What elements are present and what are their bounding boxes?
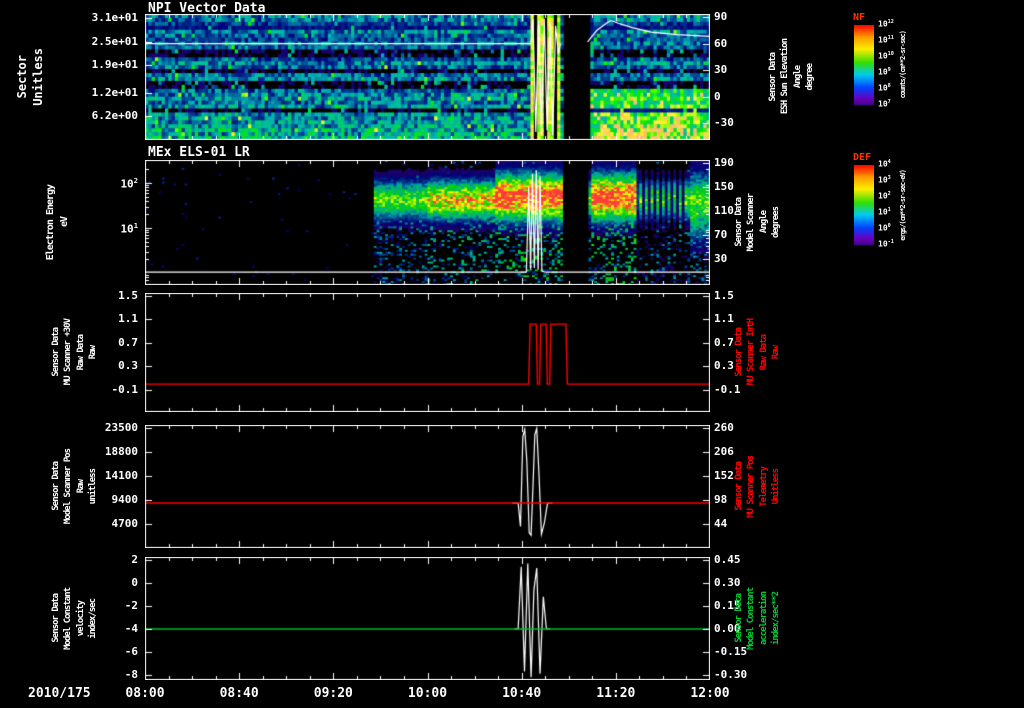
axis-label-line: counts/(cm**2-sr-sec) [899, 31, 907, 99]
axis-label-line: Sensor Data [734, 462, 744, 511]
axis-label-line: Model Scanner [746, 193, 757, 252]
axis-label-line: Raw Data [758, 334, 769, 371]
x-tick-label: 11:20 [596, 686, 636, 701]
x-tick-label: 10:00 [407, 686, 448, 701]
science-plot-screen: NPI Vector Data MEx ELS-01 LR NF DEF 201… [0, 0, 1024, 708]
axis-label-line: MU Scanner Pos [746, 455, 757, 518]
axis-label-line: Model Constant [746, 587, 757, 650]
y-tick-label-right: 30 [714, 63, 728, 77]
axis-label-line: eV [58, 217, 70, 228]
colorbar-tick-label: 107 [878, 99, 891, 109]
axis-label-line: ESH Sun Elevation [780, 39, 791, 115]
p4-right-axis-label: Sensor Data MU Scanner Pos Telemetry Unitle… [734, 425, 782, 548]
x-tick-label: 08:40 [219, 686, 259, 701]
colorbar-unit-label: counts/(cm**2-sr-sec) [899, 7, 907, 123]
axis-label-line: Sensor Data [51, 328, 61, 377]
axis-label-line: MU Scanner IntH [746, 319, 757, 386]
axis-label-line: Electron Energy [45, 184, 56, 261]
axis-label-line: Sensor Data [734, 594, 744, 643]
axis-label-line: Model Scanner Pos [63, 448, 74, 525]
axis-label-line: Sensor Data [734, 198, 744, 247]
npi-right-axis-label: Sensor Data ESH Sun Elevation Angle degree [768, 14, 816, 140]
colorbar-tick-label: 1010 [878, 51, 894, 61]
nf-colorbar [854, 25, 874, 105]
els-spectrogram [145, 160, 710, 285]
colorbar-tick-label: 109 [878, 67, 891, 77]
axis-label-line: unitless [88, 468, 99, 505]
panel-title-els: MEx ELS-01 LR [148, 145, 250, 160]
colorbar-tick-label: 101 [878, 207, 891, 217]
p3-left-axis-label: Sensor Data MU Scanner +30V Raw Data Raw [51, 293, 99, 412]
axis-label-line: Telemetry [758, 466, 769, 507]
y-tick-label-left: 2.5e+01 [91, 34, 138, 48]
def-colorbar-title: DEF [853, 152, 872, 163]
axis-label-line: velocity [75, 600, 86, 637]
colorbar-unit-label: ergs/(cm**2-sr-sec-eV) [899, 147, 907, 263]
y-tick-label-left: 1.9e+01 [91, 58, 138, 72]
scanner-pos-line-plot [145, 425, 710, 548]
x-tick-label: 12:00 [690, 686, 730, 701]
p5-right-axis-label: Sensor Data Model Constant acceleration ind… [734, 557, 782, 680]
axis-label-line: Raw [88, 345, 99, 360]
x-tick-label: 09:20 [313, 686, 353, 701]
y-tick-label-right: 60 [714, 36, 728, 50]
y-tick-label-left: 3.1e+01 [91, 10, 138, 24]
npi-spectrogram [145, 14, 710, 140]
colorbar-tick-label: 102 [878, 191, 891, 201]
p4-left-axis-label: Sensor Data Model Scanner Pos Raw unitless [51, 425, 99, 548]
colorbar-tick-label: 100 [878, 223, 891, 233]
axis-label-line: Sensor Data [51, 462, 61, 511]
y-tick-label-right: 0 [714, 89, 721, 103]
axis-label-line: Sensor Data [734, 328, 744, 377]
axis-label-line: Unitless [30, 48, 45, 106]
axis-label-line: Unitless [771, 468, 782, 505]
p5-left-axis-label: Sensor Data Model Constant velocity index/s… [51, 557, 99, 680]
colorbar-tick-label: 108 [878, 83, 891, 93]
colorbar-tick-label: 1011 [878, 35, 894, 45]
axis-label-line: Angle [758, 211, 769, 234]
axis-label-line: Raw [75, 479, 86, 494]
nf-colorbar-title: NF [853, 12, 866, 23]
axis-label-line: degrees [771, 207, 782, 238]
model-constant-line-plot [145, 557, 710, 680]
axis-label-line: Model Constant [63, 587, 74, 650]
x-tick-label: 10:40 [502, 686, 542, 701]
y-tick-label-right: -30 [714, 116, 734, 130]
def-colorbar [854, 165, 874, 245]
axis-label-line: ergs/(cm**2-sr-sec-eV) [899, 169, 907, 241]
y-tick-label-left: 102 [120, 175, 138, 191]
els-right-axis-label: Sensor Data Model Scanner Angle degrees [734, 160, 782, 285]
y-tick-label-left: 101 [120, 220, 138, 236]
npi-left-axis-label: Sector Unitless [15, 14, 45, 140]
axis-label-line: Sector [15, 55, 29, 99]
axis-label-line: Sensor Data [768, 52, 778, 102]
colorbar-tick-label: 104 [878, 159, 891, 169]
axis-label-line: Raw Data [75, 334, 86, 371]
axis-label-line: Sensor Data [51, 594, 61, 643]
axis-label-line: Angle [792, 65, 803, 89]
colorbar-tick-label: 103 [878, 175, 891, 185]
axis-label-line: degree [805, 63, 816, 91]
els-left-axis-label: Electron Energy eV [45, 160, 70, 285]
y-tick-label-left: 1.2e+01 [91, 85, 138, 99]
mu-scanner-line-plot [145, 293, 710, 412]
axis-label-line: index/sec [88, 598, 99, 639]
colorbar-tick-label: 10-1 [878, 239, 894, 249]
x-tick-label: 08:00 [125, 686, 165, 701]
y-tick-label-right: 90 [714, 10, 728, 23]
colorbar-tick-label: 1012 [878, 19, 894, 29]
p3-right-axis-label: Sensor Data MU Scanner IntH Raw Data Raw [734, 293, 782, 412]
axis-label-line: acceleration [758, 591, 769, 646]
axis-label-line: MU Scanner +30V [63, 319, 74, 386]
y-tick-label-left: 6.2e+00 [91, 108, 138, 122]
date-label: 2010/175 [28, 686, 91, 701]
axis-label-line: Raw [771, 345, 782, 360]
axis-label-line: index/sec**2 [771, 591, 782, 646]
